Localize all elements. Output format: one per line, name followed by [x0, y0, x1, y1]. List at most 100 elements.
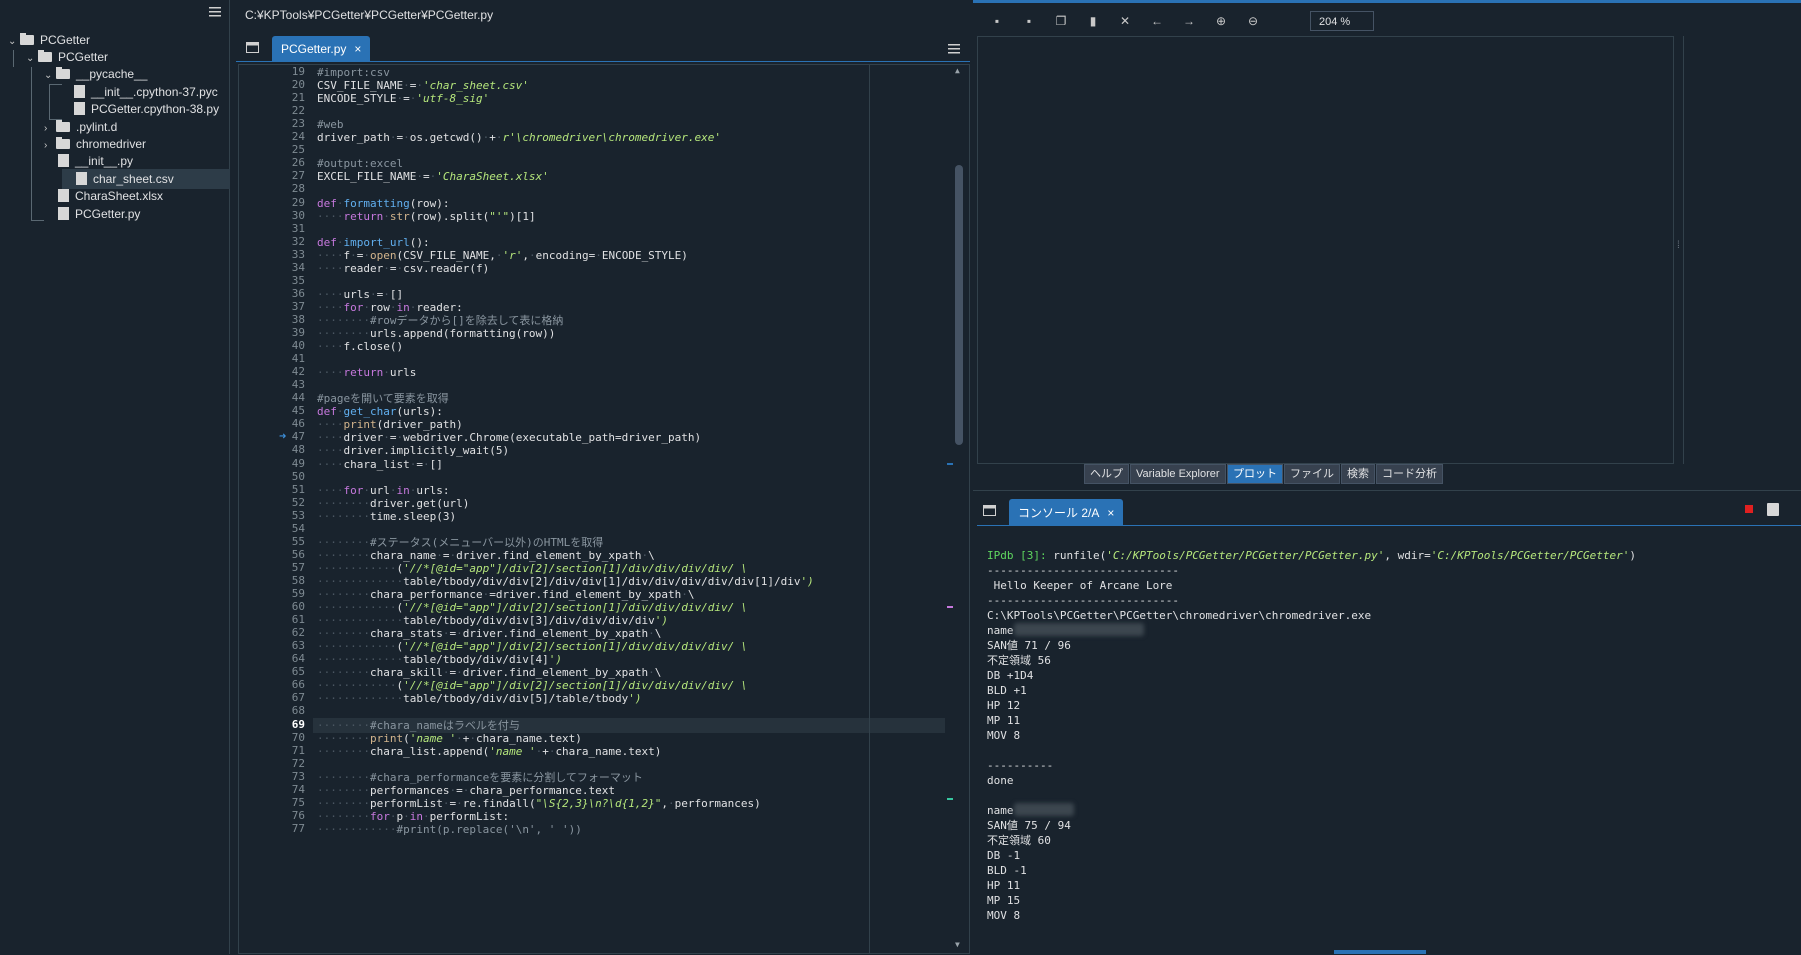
line-number: 43 [291, 378, 305, 392]
line-number: 55 [291, 534, 305, 548]
line-number: 35 [291, 273, 305, 287]
line-number: 71 [291, 743, 305, 757]
vertical-scrollbar-thumb[interactable] [955, 165, 963, 445]
console-scroll-indicator[interactable] [1334, 950, 1426, 954]
console-output-line: DB +1D4 [987, 668, 1801, 683]
save-all-icon[interactable]: ▪ [1019, 12, 1039, 30]
code-line: ····return·urls [317, 366, 417, 380]
line-number: 64 [291, 652, 305, 666]
code-editor[interactable]: 19 20 21 22 23 24 25 26 27 28 29 30 31 32 33 34 35 36 37 38… [238, 64, 970, 954]
redacted-character-name [1013, 623, 1144, 636]
console-output-text: HP 11 [987, 879, 1021, 892]
console-output-text: name [987, 804, 1014, 817]
console-output-text: ----------------------------- [987, 564, 1180, 577]
line-number: 27 [291, 169, 305, 183]
line-number: 46 [291, 417, 305, 431]
chevron-down-icon[interactable]: ⌄ [8, 32, 20, 52]
delete-icon[interactable]: ▮ [1083, 12, 1103, 30]
console-output-line: SAN値 75 / 94 [987, 818, 1801, 833]
line-number: 25 [291, 143, 305, 157]
console-output-line: name [987, 623, 1801, 638]
console-output-text: ---------- [987, 759, 1054, 772]
line-number: 38 [291, 312, 305, 326]
pane-tab[interactable]: ヘルプ [1084, 464, 1129, 484]
copy-icon[interactable]: ❐ [1051, 12, 1071, 30]
line-number: 31 [291, 221, 305, 235]
code-line: EXCEL_FILE_NAME·=·'CharaSheet.xlsx' [317, 170, 549, 184]
close-all-icon[interactable]: ✕ [1115, 12, 1135, 30]
line-number: 29 [291, 195, 305, 209]
line-number: 53 [291, 508, 305, 522]
line-number: 44 [291, 391, 305, 405]
line-number: 49 [291, 456, 305, 470]
console-output-line: Hello Keeper of Arcane Lore [987, 578, 1801, 593]
tab-label: PCGetter.py [281, 42, 347, 56]
clear-console-icon[interactable] [1767, 503, 1779, 516]
close-console-tab-icon[interactable]: × [1107, 506, 1114, 520]
plots-toolbar: ▪ ▪ ❐ ▮ ✕ ← → ⊕ ⊖ 204 % [973, 0, 1801, 36]
tree-item[interactable]: CharaSheet.xlsx [44, 186, 163, 206]
editor-options-menu-icon[interactable] [948, 43, 962, 55]
line-number: 63 [291, 639, 305, 653]
tab-pcgetter-py[interactable]: PCGetter.py × [272, 36, 371, 62]
previous-icon[interactable]: ← [1147, 12, 1167, 30]
scroll-down-arrow-icon[interactable]: ▼ [955, 941, 965, 949]
console-output-text: MOV 8 [987, 729, 1021, 742]
line-number: 56 [291, 547, 305, 561]
pane-tab[interactable]: 検索 [1341, 464, 1375, 484]
save-icon[interactable]: ▪ [987, 12, 1007, 30]
console-output[interactable]: IPdb [3]: runfile('C:/KPTools/PCGetter/P… [977, 525, 1801, 955]
line-number: 40 [291, 339, 305, 353]
file-path-bar: C:¥KPTools¥PCGetter¥PCGetter¥PCGetter.py [245, 8, 494, 22]
folder-icon [56, 137, 70, 149]
tree-item-label: char_sheet.csv [93, 172, 174, 186]
console-output-text: 不定領域 56 [987, 654, 1051, 667]
next-icon[interactable]: → [1179, 12, 1199, 30]
tree-item[interactable]: ⌄ __pycache__ [44, 64, 147, 84]
command-prefix: runfile( [1053, 549, 1107, 562]
scroll-up-arrow-icon[interactable]: ▲ [955, 67, 965, 75]
tree-item[interactable]: __init__.py [44, 151, 133, 171]
close-tab-icon[interactable]: × [354, 42, 361, 56]
console-output-text: MP 15 [987, 894, 1021, 907]
line-number: 67 [291, 691, 305, 705]
tree-item[interactable]: PCGetter.py [44, 204, 140, 224]
stop-kernel-icon[interactable] [1745, 505, 1753, 513]
tree-item[interactable]: PCGetter.cpython-38.py [62, 99, 219, 119]
tab-console-2a[interactable]: コンソール 2/A × [1009, 499, 1124, 527]
chevron-down-icon[interactable]: ⌄ [26, 49, 38, 69]
console-output-text: BLD -1 [987, 864, 1027, 877]
zoom-level-field[interactable]: 204 % [1310, 11, 1374, 31]
console-output-text: C:\KPTools\PCGetter\PCGetter\chromedrive… [987, 609, 1372, 622]
browse-tabs-icon[interactable] [246, 42, 260, 54]
console-command-line: IPdb [3]: runfile('C:/KPTools/PCGetter/P… [987, 548, 1801, 563]
plot-thumbnails [1683, 36, 1801, 464]
code-line: ·············table/tbody/div/div[5]/tabl… [317, 692, 642, 706]
console-output-line: BLD +1 [987, 683, 1801, 698]
console-output-line: SAN値 71 / 96 [987, 638, 1801, 653]
csv-file-icon [76, 172, 87, 185]
editor-tab-bar: PCGetter.py × [236, 36, 970, 62]
pane-tab[interactable]: Variable Explorer [1130, 464, 1226, 484]
console-output-text: ----------------------------- [987, 594, 1180, 607]
splitter-handle[interactable]: ⁞ [1677, 240, 1680, 251]
code-line: ········chara_list.append('name '·+·char… [317, 744, 662, 758]
console-output-line: done [987, 773, 1801, 788]
line-number: 33 [291, 247, 305, 261]
pane-tab[interactable]: コード分析 [1376, 464, 1443, 484]
line-number: 76 [291, 808, 305, 822]
zoom-in-icon[interactable]: ⊕ [1211, 12, 1231, 30]
line-number: 34 [291, 260, 305, 274]
browse-console-tabs-icon[interactable] [983, 505, 997, 517]
pane-tab[interactable]: ファイル [1284, 464, 1340, 484]
line-number: 21 [291, 91, 305, 105]
pane-tab[interactable]: プロット [1227, 464, 1283, 484]
zoom-out-icon[interactable]: ⊖ [1243, 12, 1263, 30]
line-number: 39 [291, 326, 305, 339]
file-explorer-pane: ⌄ PCGetter ⌄ PCGetter ⌄ __pycache__ __init__.c… [0, 0, 230, 954]
line-number: 19 [291, 65, 305, 78]
options-menu-icon[interactable] [209, 6, 223, 18]
console-output-text: MOV 8 [987, 909, 1021, 922]
chevron-down-icon[interactable]: ⌄ [44, 66, 56, 86]
